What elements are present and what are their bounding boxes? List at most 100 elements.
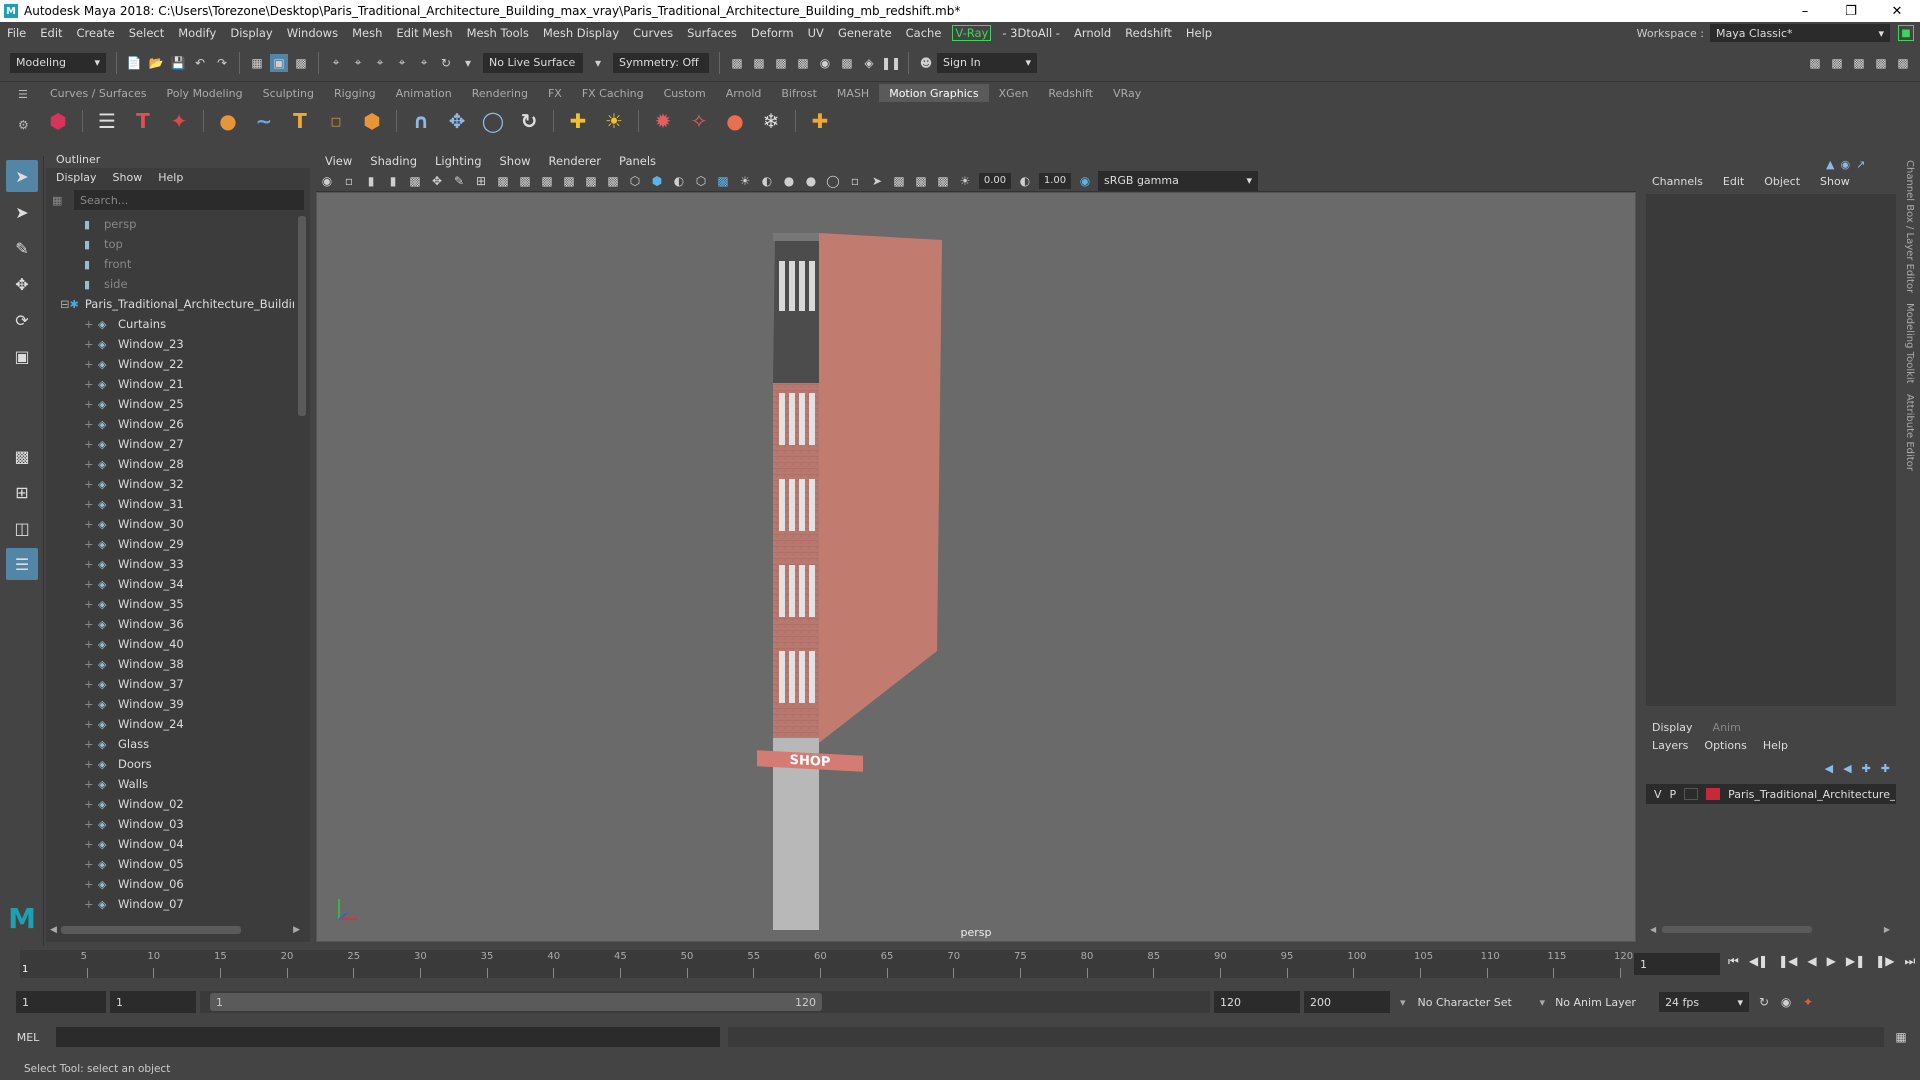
shelf-tab-curves-surfaces[interactable]: Curves / Surfaces xyxy=(40,84,157,102)
mode-dropdown[interactable]: Modeling ▾ xyxy=(10,52,106,73)
expand-icon[interactable]: + xyxy=(84,797,98,811)
layer-color-swatch[interactable] xyxy=(1706,788,1721,800)
viewport-menu-lighting[interactable]: Lighting xyxy=(426,154,490,168)
outliner-item[interactable]: + ◈ Window_40 xyxy=(84,634,294,654)
outliner-root-group[interactable]: ⊟ ✱ Paris_Traditional_Architecture_Buildir xyxy=(60,294,294,314)
outliner-item[interactable]: + ◈ Window_27 xyxy=(84,434,294,454)
layer-row[interactable]: V P Paris_Traditional_Architecture_ xyxy=(1646,784,1896,804)
expand-icon[interactable]: + xyxy=(84,877,98,891)
expand-icon[interactable]: + xyxy=(84,497,98,511)
snap-grid-icon[interactable]: ⌖ xyxy=(327,54,345,72)
undo-icon[interactable]: ↶ xyxy=(191,54,209,72)
four-view-icon[interactable]: ⊞ xyxy=(6,476,38,508)
hair-icon[interactable]: ∩ xyxy=(407,107,435,135)
render-view-icon[interactable]: ▩ xyxy=(750,54,768,72)
viewport-menu-shading[interactable]: Shading xyxy=(361,154,426,168)
layer-editor-icon[interactable]: ▩ xyxy=(1894,54,1912,72)
outliner-item[interactable]: + ◈ Window_21 xyxy=(84,374,294,394)
shelf-tab-custom[interactable]: Custom xyxy=(654,84,716,102)
menu-modify[interactable]: Modify xyxy=(171,26,223,40)
single-view-icon[interactable]: ▩ xyxy=(6,440,38,472)
safe-action-icon[interactable]: ▩ xyxy=(582,172,600,190)
playback-end-field[interactable]: 120 xyxy=(1214,991,1300,1013)
shelf-settings-icon[interactable]: ⚙ xyxy=(18,118,29,132)
expand-icon[interactable]: ↗ xyxy=(1856,158,1865,171)
sign-in-button[interactable]: Sign In ▾ xyxy=(937,52,1037,73)
shader-ball-icon[interactable]: ◈ xyxy=(860,54,878,72)
fps-dropdown[interactable]: 24 fps ▾ xyxy=(1659,992,1750,1012)
character-set-field[interactable]: No Character Set xyxy=(1411,991,1532,1013)
channel-menu-channels[interactable]: Channels xyxy=(1652,175,1703,188)
depth-of-field-icon[interactable]: ▫ xyxy=(846,172,864,190)
expand-icon[interactable]: + xyxy=(84,357,98,371)
bookmark-icon[interactable]: ▮ xyxy=(384,172,402,190)
type-tool-icon[interactable]: T xyxy=(286,107,314,135)
layer-tab-anim[interactable]: Anim xyxy=(1713,721,1741,734)
hypershade-icon[interactable]: ◉ xyxy=(816,54,834,72)
move-layer-down-icon[interactable]: ◀ xyxy=(1843,762,1851,775)
menu-create[interactable]: Create xyxy=(70,26,122,40)
minimize-icon[interactable]: – xyxy=(1782,0,1828,22)
outliner-item[interactable]: + ◈ Window_28 xyxy=(84,454,294,474)
shelf-tab-bifrost[interactable]: Bifrost xyxy=(771,84,827,102)
grid-icon[interactable]: ⊞ xyxy=(472,172,490,190)
layer-menu-help[interactable]: Help xyxy=(1763,739,1788,752)
viewport-menu-view[interactable]: View xyxy=(316,154,361,168)
scroll-left-icon[interactable]: ◀ xyxy=(1650,925,1656,934)
select-object-icon[interactable]: ▣ xyxy=(270,53,288,72)
expand-icon[interactable]: + xyxy=(84,417,98,431)
shelf-tab-motion-graphics[interactable]: Motion Graphics xyxy=(879,84,989,102)
expand-icon[interactable]: + xyxy=(84,597,98,611)
outliner-item[interactable]: + ◈ Window_37 xyxy=(84,674,294,694)
menu-vray[interactable]: V-Ray xyxy=(952,25,992,41)
collapse-icon[interactable]: ⊟ xyxy=(60,297,70,311)
outliner-item[interactable]: + ◈ Window_22 xyxy=(84,354,294,374)
shelf-tab-fx[interactable]: FX xyxy=(538,84,572,102)
xray-active-icon[interactable]: ▩ xyxy=(912,172,930,190)
expand-icon[interactable]: + xyxy=(84,437,98,451)
color-management-icon[interactable]: ◉ xyxy=(1076,172,1094,190)
layer-name[interactable]: Paris_Traditional_Architecture_ xyxy=(1728,788,1895,801)
expand-icon[interactable]: + xyxy=(84,457,98,471)
auto-key-icon[interactable]: ◉ xyxy=(1777,993,1795,1011)
new-scene-icon[interactable]: 📄 xyxy=(125,54,143,72)
isolate-select-icon[interactable]: ➤ xyxy=(868,172,886,190)
attribute-editor-icon[interactable]: ▩ xyxy=(1828,54,1846,72)
sun-icon[interactable]: ☀ xyxy=(600,107,628,135)
menu-mesh[interactable]: Mesh xyxy=(345,26,389,40)
go-to-start-icon[interactable]: ⏮ xyxy=(1728,954,1739,969)
outliner-menu-display[interactable]: Display xyxy=(56,171,97,184)
outliner-menu-help[interactable]: Help xyxy=(158,171,183,184)
explode-icon[interactable]: ✧ xyxy=(685,107,713,135)
maximize-icon[interactable]: ❐ xyxy=(1828,0,1874,22)
svg-tool-icon[interactable]: □ xyxy=(322,107,350,135)
shelf-tab-vray[interactable]: VRay xyxy=(1103,84,1151,102)
menu-3dtoall[interactable]: - 3DtoAll - xyxy=(995,26,1067,40)
render-settings-icon[interactable]: ▩ xyxy=(794,54,812,72)
viewport-menu-panels[interactable]: Panels xyxy=(610,154,665,168)
resolution-gate-icon[interactable]: ▩ xyxy=(516,172,534,190)
shelf-tab-sculpting[interactable]: Sculpting xyxy=(253,84,324,102)
gate-mask-icon[interactable]: ▩ xyxy=(538,172,556,190)
layer-menu-layers[interactable]: Layers xyxy=(1652,739,1688,752)
anim-layer-field[interactable]: No Anim Layer xyxy=(1549,991,1654,1013)
script-editor-icon[interactable]: ▦ xyxy=(1892,1028,1910,1046)
menu-select[interactable]: Select xyxy=(122,26,171,40)
menu-redshift[interactable]: Redshift xyxy=(1118,26,1179,40)
outliner-item[interactable]: + ◈ Window_35 xyxy=(84,594,294,614)
outliner-layout-icon[interactable]: ☰ xyxy=(6,548,38,580)
menu-edit[interactable]: Edit xyxy=(33,26,69,40)
expand-icon[interactable]: + xyxy=(84,617,98,631)
menu-help[interactable]: Help xyxy=(1179,26,1219,40)
outliner-item[interactable]: + ◈ Window_05 xyxy=(84,854,294,874)
snap-curve-icon[interactable]: ⌖ xyxy=(349,54,367,72)
mash-outliner-icon[interactable]: ☰ xyxy=(93,107,121,135)
image-plane-icon[interactable]: ▩ xyxy=(406,172,424,190)
pause-icon[interactable]: ❚❚ xyxy=(881,54,901,72)
sphere-icon[interactable]: ● xyxy=(214,107,242,135)
outliner-item[interactable]: + ◈ Window_34 xyxy=(84,574,294,594)
outliner-item[interactable]: + ◈ Curtains xyxy=(84,314,294,334)
expand-icon[interactable]: + xyxy=(84,517,98,531)
shadows-icon[interactable]: ◐ xyxy=(758,172,776,190)
paint-tool-icon[interactable]: ✦ xyxy=(165,107,193,135)
